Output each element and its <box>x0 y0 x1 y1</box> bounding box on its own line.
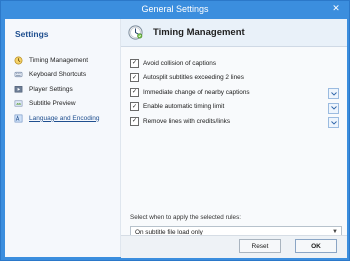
dialog-footer: Reset OK <box>121 235 347 258</box>
timing-options: ✓ Avoid collision of captions ✓ Autospli… <box>130 56 342 129</box>
option-avoid-collision: ✓ Avoid collision of captions <box>130 56 342 71</box>
sidebar-item-player[interactable]: Player Settings <box>14 82 99 97</box>
expand-chevron-icon[interactable] <box>328 102 339 114</box>
panel-header: Timing Management <box>121 19 347 47</box>
sidebar-item-label: Keyboard Shortcuts <box>29 71 87 79</box>
option-remove-credits: ✓ Remove lines with credits/links <box>130 114 342 129</box>
reset-button[interactable]: Reset <box>239 239 281 253</box>
settings-window: General Settings ✕ Settings Timing Manag… <box>0 0 350 261</box>
language-icon <box>14 114 23 123</box>
sidebar-item-label: Timing Management <box>29 56 89 64</box>
checkbox-immediate-change[interactable]: ✓ <box>130 87 139 97</box>
sidebar-item-language[interactable]: Language and Encoding <box>14 111 99 126</box>
option-immediate-change: ✓ Immediate change of nearby captions <box>130 85 342 100</box>
preview-icon <box>14 99 23 108</box>
checkbox-timing-limit[interactable]: ✓ <box>130 102 139 112</box>
sidebar-item-keyboard[interactable]: Keyboard Shortcuts <box>14 68 99 83</box>
option-label: Enable automatic timing limit <box>143 103 225 111</box>
option-label: Avoid collision of captions <box>143 59 217 67</box>
window-title: General Settings <box>141 4 209 14</box>
option-timing-limit: ✓ Enable automatic timing limit <box>130 100 342 115</box>
sidebar-item-label: Player Settings <box>29 85 73 93</box>
checkbox-remove-credits[interactable]: ✓ <box>130 116 139 126</box>
sidebar-item-preview[interactable]: Subtitle Preview <box>14 97 99 112</box>
keyboard-icon <box>14 70 23 79</box>
expand-chevron-icon[interactable] <box>328 88 339 99</box>
close-icon[interactable]: ✕ <box>331 3 341 13</box>
sidebar-heading: Settings <box>15 29 49 39</box>
title-bar: General Settings ✕ <box>1 1 349 19</box>
ok-button[interactable]: OK <box>295 239 337 253</box>
sidebar-item-label: Language and Encoding <box>29 114 100 122</box>
apply-rules-label: Select when to apply the selected rules: <box>130 214 241 221</box>
option-label: Immediate change of nearby captions <box>143 88 250 96</box>
clock-icon <box>14 56 23 65</box>
settings-sidebar: Settings Timing Management Keyboard Shor… <box>5 19 121 257</box>
checkbox-avoid-collision[interactable]: ✓ <box>130 58 139 68</box>
panel-title: Timing Management <box>153 27 245 38</box>
settings-content: Timing Management ✓ Avoid collision of c… <box>121 19 347 257</box>
sidebar-item-label: Subtitle Preview <box>29 100 76 108</box>
sidebar-nav: Timing Management Keyboard Shortcuts Pla… <box>14 53 99 126</box>
option-label: Autosplit subtitles exceeding 2 lines <box>143 74 244 82</box>
sidebar-item-timing[interactable]: Timing Management <box>14 53 99 68</box>
checkbox-autosplit[interactable]: ✓ <box>130 73 139 83</box>
player-icon <box>14 85 23 94</box>
option-label: Remove lines with credits/links <box>143 117 231 125</box>
timer-icon <box>127 24 144 41</box>
option-autosplit: ✓ Autosplit subtitles exceeding 2 lines <box>130 71 342 86</box>
expand-chevron-icon[interactable] <box>328 117 339 128</box>
